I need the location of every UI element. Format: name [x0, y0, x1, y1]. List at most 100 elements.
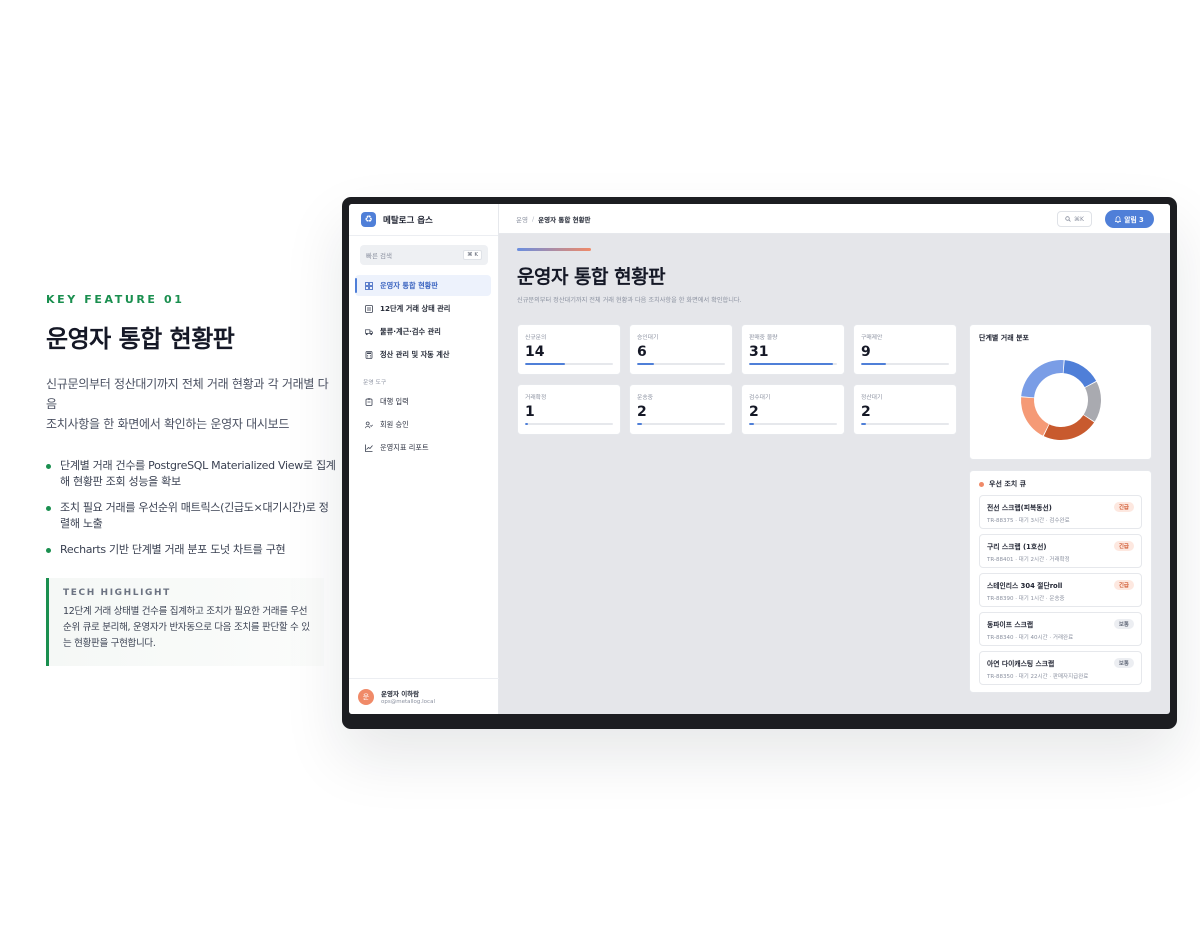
breadcrumb: 운영 / 운영자 통합 현황판	[516, 214, 591, 224]
page-subtitle: 신규문의부터 정산대기까지 전체 거래 현황과 다음 조치사항을 한 화면에서 …	[517, 297, 742, 304]
sidebar-item-dashboard[interactable]: 운영자 통합 현황판	[355, 275, 491, 296]
feature-bullets: 단계별 거래 건수를 PostgreSQL Materialized View로…	[46, 458, 336, 558]
kpi-progress-fill	[861, 422, 867, 425]
tech-highlight: TECH HIGHLIGHT 12단계 거래 상태별 건수를 집계하고 조치가 …	[46, 578, 324, 666]
quick-search[interactable]: 빠른 검색 ⌘ K	[360, 245, 488, 265]
feature-description: 신규문의부터 정산대기까지 전체 거래 현황과 각 거래별 다음 조치사항을 한…	[46, 374, 336, 434]
distribution-panel: 단계별 거래 분포	[969, 324, 1152, 460]
queue-item-name: 전선 스크랩(피복동선)	[987, 504, 1052, 512]
feature-description-line: 조치사항을 한 화면에서 확인하는 운영자 대시보드	[46, 417, 290, 431]
search-button[interactable]: ⌘K	[1057, 211, 1092, 227]
kpi-value: 1	[525, 404, 535, 420]
sidebar-item-proxy-input[interactable]: 대행 입력	[355, 391, 491, 412]
kpi-progress-fill	[525, 422, 528, 425]
sidebar-item-label: 정산 관리 및 자동 계산	[380, 349, 450, 359]
priority-queue-title: 우선 조치 큐	[989, 480, 1027, 488]
donut-slice[interactable]	[1063, 360, 1097, 388]
kpi-progress-track	[525, 362, 613, 365]
sidebar: ♻ 메탈로그 옵스 빠른 검색 ⌘ K 운영자 통합 현황판 12단계 거래 상…	[349, 204, 499, 714]
search-icon	[1065, 216, 1071, 222]
tech-highlight-text: 12단계 거래 상태별 건수를 집계하고 조치가 필요한 거래를 우선순위 큐로…	[63, 606, 310, 649]
priority-queue-header: 우선 조치 큐	[979, 479, 1142, 489]
kpi-value: 14	[525, 344, 545, 360]
queue-item-name: 구리 스크랩 (1호선)	[987, 543, 1047, 551]
donut-slice[interactable]	[1021, 397, 1049, 436]
priority-queue-panel: 우선 조치 큐 전선 스크랩(피복동선) TR-88375 · 대기 3시간 ·…	[969, 470, 1152, 693]
brand[interactable]: ♻ 메탈로그 옵스	[349, 204, 498, 236]
sidebar-item-deal-status[interactable]: 12단계 거래 상태 관리	[355, 298, 491, 319]
breadcrumb-separator: /	[531, 214, 535, 223]
kpi-progress-track	[525, 422, 613, 425]
user-email: ops@metallog.local	[381, 699, 435, 705]
kpi-progress-fill	[637, 362, 654, 365]
kpi-label: 정산대기	[861, 395, 883, 401]
kpi-progress-track	[749, 362, 837, 365]
notifications-label: 알림 3	[1124, 216, 1144, 224]
kpi-label: 승인대기	[637, 335, 659, 341]
truck-icon	[365, 328, 373, 336]
kpi-label: 구매제안	[861, 335, 883, 341]
avatar: 운	[358, 688, 374, 705]
kpi-progress-fill	[637, 422, 643, 425]
queue-item[interactable]: 동파이프 스크랩 TR-88340 · 대기 40시간 · 거래완료 보통	[979, 612, 1142, 646]
user-info: 운영자 이하람 ops@metallog.local	[381, 688, 435, 705]
queue-item[interactable]: 구리 스크랩 (1호선) TR-88401 · 대기 2시간 · 거래확정 긴급	[979, 534, 1142, 568]
bell-icon	[1115, 215, 1122, 223]
sidebar-item-label: 12단계 거래 상태 관리	[380, 303, 451, 313]
grid-icon	[365, 281, 373, 290]
kpi-card[interactable]: 정산대기 2	[853, 384, 957, 435]
feature-title: 운영자 통합 현황판	[46, 325, 235, 353]
kpi-progress-fill	[525, 362, 565, 365]
kpi-value: 6	[637, 344, 647, 360]
user-profile[interactable]: 운 운영자 이하람 ops@metallog.local	[349, 678, 499, 714]
kpi-card[interactable]: 운송중 2	[629, 384, 733, 435]
feature-bullet: 조치 필요 거래를 우선순위 매트릭스(긴급도×대기시간)로 정렬해 노출	[46, 500, 336, 532]
kpi-card[interactable]: 거래확정 1	[517, 384, 621, 435]
kpi-card[interactable]: 신규문의 14	[517, 324, 621, 375]
feature-tag: KEY FEATURE 01	[46, 293, 185, 306]
kpi-label: 운송중	[637, 395, 653, 401]
brand-name: 메탈로그 옵스	[383, 215, 433, 226]
queue-item-meta: TR-88350 · 대기 22시간 · 판매자지급완료	[987, 674, 1089, 680]
kpi-progress-track	[861, 422, 949, 425]
donut-slice[interactable]	[1083, 381, 1101, 422]
distribution-donut-chart	[1021, 360, 1101, 440]
kpi-card[interactable]: 구매제안 9	[853, 324, 957, 375]
kpi-card[interactable]: 승인대기 6	[629, 324, 733, 375]
kpi-progress-track	[637, 422, 725, 425]
list-icon	[365, 304, 373, 313]
breadcrumb-parent[interactable]: 운영	[516, 214, 528, 224]
sidebar-item-member-approval[interactable]: 회원 승인	[355, 414, 491, 435]
queue-item-name: 스테인리스 304 절단roll	[987, 582, 1063, 590]
kpi-value: 2	[749, 404, 759, 420]
kpi-card[interactable]: 판매중 물량 31	[741, 324, 845, 375]
sidebar-item-settlement[interactable]: 정산 관리 및 자동 계산	[355, 344, 491, 365]
donut-slice[interactable]	[1043, 415, 1095, 440]
sidebar-item-label: 물류·계근·검수 관리	[380, 326, 441, 336]
search-shortcut: ⌘K	[1074, 215, 1084, 223]
queue-item[interactable]: 스테인리스 304 절단roll TR-88390 · 대기 1시간 · 운송중…	[979, 573, 1142, 607]
donut-slice[interactable]	[1021, 360, 1064, 398]
kpi-value: 2	[637, 404, 647, 420]
chart-icon	[365, 444, 373, 452]
kpi-progress-fill	[861, 362, 886, 365]
sidebar-item-logistics[interactable]: 물류·계근·검수 관리	[355, 321, 491, 342]
kpi-card[interactable]: 검수대기 2	[741, 384, 845, 435]
priority-badge: 보통	[1113, 658, 1134, 668]
kpi-value: 9	[861, 344, 871, 360]
queue-item-name: 아연 다이캐스팅 스크랩	[987, 660, 1055, 668]
kpi-progress-track	[861, 362, 949, 365]
queue-item-meta: TR-88401 · 대기 2시간 · 거래확정	[987, 557, 1070, 563]
sidebar-item-label: 대행 입력	[380, 396, 409, 406]
sidebar-section-title: 운영 도구	[363, 380, 387, 386]
topbar: 운영 / 운영자 통합 현황판 ⌘K 알림 3	[499, 204, 1170, 234]
device-frame: ♻ 메탈로그 옵스 빠른 검색 ⌘ K 운영자 통합 현황판 12단계 거래 상…	[342, 197, 1177, 729]
notifications-button[interactable]: 알림 3	[1105, 210, 1154, 228]
queue-item[interactable]: 전선 스크랩(피복동선) TR-88375 · 대기 3시간 · 검수완료 긴급	[979, 495, 1142, 529]
feature-bullet: Recharts 기반 단계별 거래 분포 도넛 차트를 구현	[46, 542, 336, 558]
queue-item[interactable]: 아연 다이캐스팅 스크랩 TR-88350 · 대기 22시간 · 판매자지급완…	[979, 651, 1142, 685]
title-accent-bar	[517, 248, 591, 251]
sidebar-item-ops-report[interactable]: 운영지표 리포트	[355, 437, 491, 458]
kpi-progress-track	[637, 362, 725, 365]
feature-bullet-text: 조치 필요 거래를 우선순위 매트릭스(긴급도×대기시간)로 정렬해 노출	[60, 501, 329, 530]
